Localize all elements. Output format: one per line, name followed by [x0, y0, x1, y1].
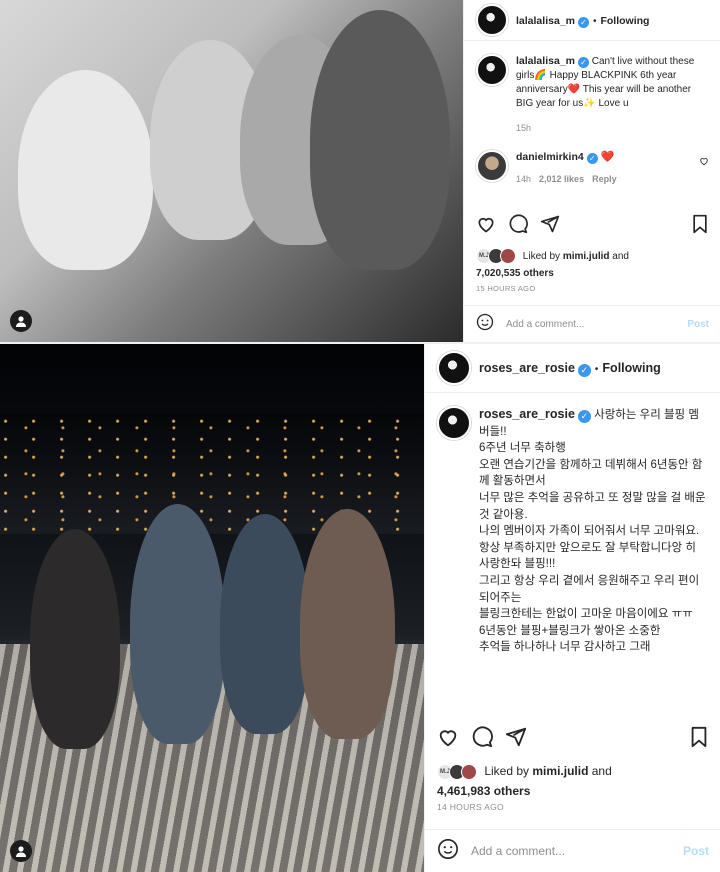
comment-username[interactable]: danielmirkin4: [516, 151, 584, 163]
username-link[interactable]: roses_are_rosie: [479, 361, 575, 375]
caption-username[interactable]: lalalalisa_m: [516, 55, 575, 67]
liked-by-line: Liked by mimi.julid and: [484, 764, 611, 778]
post-header: roses_are_rosie ✓ • Following: [425, 344, 720, 393]
action-bar: [464, 214, 720, 234]
bookmark-icon: [693, 214, 707, 234]
verified-badge-icon: ✓: [577, 57, 589, 68]
post-comment-button[interactable]: Post: [687, 319, 709, 330]
add-comment-input[interactable]: Add a comment...: [506, 319, 687, 330]
comment-time[interactable]: 14h: [516, 174, 531, 184]
caption-time[interactable]: 15h: [516, 121, 706, 135]
action-bar: [425, 726, 720, 748]
share-button[interactable]: [540, 214, 560, 234]
separator-dot: •: [592, 16, 597, 27]
heart-icon: [478, 217, 494, 233]
liked-by-prefix: Liked by: [484, 764, 530, 779]
post-sidebar: lalalalisa_m ✓ • Following lalalalisa_m ✓ Ca…: [463, 0, 720, 342]
paper-plane-icon: [540, 215, 560, 233]
person-figure: [130, 504, 225, 744]
liked-by-user[interactable]: mimi.julid: [563, 251, 610, 262]
bookmark-icon: [691, 726, 707, 748]
post-photo[interactable]: [0, 0, 463, 342]
caption-text-block: roses_are_rosie ✓ 사랑하는 우리 블핑 멤버들!! 6주년 너무…: [479, 406, 707, 668]
instagram-post-2: roses_are_rosie ✓ • Following roses_are_ros…: [0, 344, 720, 872]
person-figure: [310, 10, 450, 270]
separator-dot: •: [594, 364, 599, 375]
post-timestamp[interactable]: 14 HOURS AGO: [437, 802, 504, 812]
avatar[interactable]: [476, 54, 508, 86]
header-names: lalalalisa_m ✓ • Following: [516, 11, 649, 29]
comment-meta: 14h 2,012 likes Reply: [516, 174, 617, 184]
likes-summary: M.J Liked by mimi.julid and 4,461,983 ot…: [437, 764, 711, 798]
share-button[interactable]: [505, 726, 527, 748]
avatar[interactable]: [437, 406, 471, 440]
liked-by-user[interactable]: mimi.julid: [532, 764, 588, 778]
post-sidebar: roses_are_rosie ✓ • Following roses_are_ros…: [424, 344, 720, 872]
post-comment-button[interactable]: Post: [683, 844, 709, 858]
verified-badge-icon: ✓: [577, 17, 589, 28]
smiley-icon: [476, 313, 494, 330]
liker-avatars: M.J: [476, 248, 516, 264]
like-button[interactable]: [476, 214, 496, 234]
avatar[interactable]: [437, 351, 471, 385]
emoji-button[interactable]: [476, 313, 494, 336]
post-timestamp[interactable]: 15 HOURS AGO: [476, 284, 535, 293]
following-button[interactable]: Following: [602, 361, 660, 375]
username-link[interactable]: lalalalisa_m: [516, 15, 575, 27]
likes-count[interactable]: 7,020,535 others: [476, 268, 711, 279]
post-photo[interactable]: [0, 344, 424, 872]
caption-text-block: lalalalisa_m ✓ Can't live without these g…: [516, 54, 706, 135]
like-button[interactable]: [437, 726, 459, 748]
post-header: lalalalisa_m ✓ • Following: [464, 0, 720, 41]
liked-by-and: and: [591, 764, 612, 779]
save-button[interactable]: [689, 726, 709, 748]
heart-icon: [439, 730, 457, 747]
avatar[interactable]: [476, 150, 508, 182]
liked-by-and: and: [612, 250, 629, 262]
reply-button[interactable]: Reply: [592, 174, 617, 184]
verified-badge-icon: ✓: [577, 364, 591, 377]
add-comment-row: Add a comment... Post: [464, 305, 720, 342]
comment-button[interactable]: [508, 214, 528, 234]
following-button[interactable]: Following: [600, 15, 649, 27]
user-tag-icon[interactable]: [10, 840, 32, 862]
verified-badge-icon: ✓: [586, 153, 598, 164]
person-figure: [30, 529, 120, 749]
save-button[interactable]: [691, 214, 709, 234]
likes-summary: M.J Liked by mimi.julid and 7,020,535 ot…: [476, 248, 711, 279]
paper-plane-icon: [505, 727, 527, 747]
comment-likes[interactable]: 2,012 likes: [539, 174, 584, 184]
comment-text: ❤️: [600, 151, 615, 163]
likes-count[interactable]: 4,461,983 others: [437, 784, 711, 798]
smiley-icon: [438, 838, 458, 859]
emoji-button[interactable]: [437, 838, 459, 865]
liked-by-prefix: Liked by: [522, 250, 561, 262]
user-tag-icon[interactable]: [10, 310, 32, 332]
caption: roses_are_rosie ✓ 사랑하는 우리 블핑 멤버들!! 6주년 너무…: [425, 406, 720, 668]
verified-badge-icon: ✓: [577, 410, 591, 423]
comment-button[interactable]: [471, 726, 493, 748]
caption: lalalalisa_m ✓ Can't live without these g…: [464, 54, 720, 135]
comment-line: danielmirkin4 ✓ ❤️: [516, 150, 617, 164]
comment-body: danielmirkin4 ✓ ❤️ 14h 2,012 likes Reply: [516, 150, 617, 184]
add-comment-row: Add a comment... Post: [425, 829, 720, 872]
mini-avatar: [461, 764, 477, 780]
person-figure: [300, 509, 395, 739]
liker-avatars: M.J: [437, 764, 477, 780]
comment-like-heart-icon[interactable]: [699, 156, 709, 166]
person-figure: [18, 70, 153, 270]
add-comment-input[interactable]: Add a comment...: [471, 844, 683, 858]
liked-by-line: Liked by mimi.julid and: [523, 251, 629, 262]
instagram-post-1: lalalalisa_m ✓ • Following lalalalisa_m ✓ Ca…: [0, 0, 720, 342]
mini-avatar: [500, 248, 516, 264]
caption-text: 사랑하는 우리 블핑 멤버들!! 6주년 너무 축하행 오랜 연습기간을 함께하…: [479, 409, 706, 654]
speech-bubble-icon: [472, 726, 493, 748]
caption-username[interactable]: roses_are_rosie: [479, 407, 575, 421]
header-names: roses_are_rosie ✓ • Following: [479, 359, 661, 377]
speech-bubble-icon: [509, 214, 528, 234]
comment: danielmirkin4 ✓ ❤️ 14h 2,012 likes Reply: [464, 150, 720, 184]
person-figure: [220, 514, 310, 734]
avatar[interactable]: [476, 4, 508, 36]
